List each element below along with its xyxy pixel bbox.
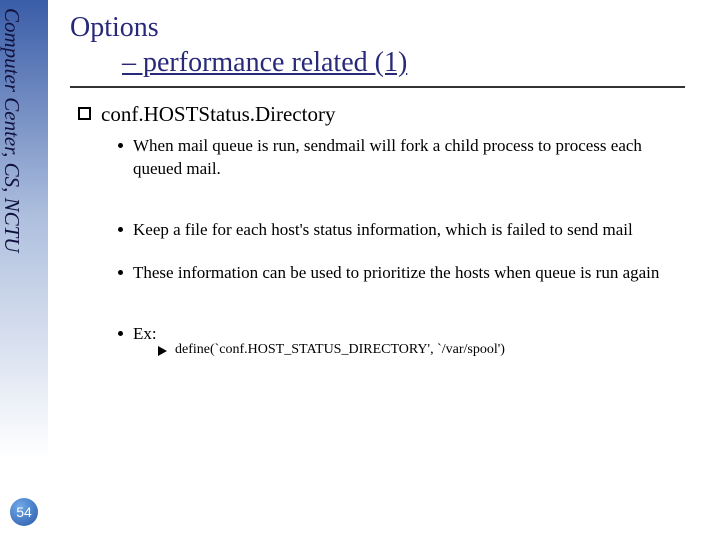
sidebar-label: Computer Center, CS, NCTU: [0, 8, 24, 252]
dot-bullet-icon: [118, 227, 123, 232]
item-text: Ex:: [133, 323, 157, 346]
page-number-badge: 54: [10, 498, 38, 526]
list-item: When mail queue is run, sendmail will fo…: [118, 135, 700, 181]
list-item: Keep a file for each host's status infor…: [118, 219, 700, 242]
sub-list: When mail queue is run, sendmail will fo…: [118, 135, 700, 346]
dot-bullet-icon: [118, 270, 123, 275]
list-item: These information can be used to priorit…: [118, 262, 700, 285]
dot-bullet-icon: [118, 331, 123, 336]
main-bullet-row: conf.HOSTStatus.Directory: [78, 102, 700, 127]
main-bullet-text: conf.HOSTStatus.Directory: [101, 102, 335, 127]
triangle-bullet-icon: [158, 346, 167, 356]
item-text: These information can be used to priorit…: [133, 262, 659, 285]
sidebar-gradient: Computer Center, CS, NCTU: [0, 0, 48, 540]
dot-bullet-icon: [118, 143, 123, 148]
example-row: define(`conf.HOST_STATUS_DIRECTORY', `/v…: [158, 342, 700, 358]
example-text: define(`conf.HOST_STATUS_DIRECTORY', `/v…: [175, 342, 505, 358]
item-text: Keep a file for each host's status infor…: [133, 219, 633, 242]
item-text: When mail queue is run, sendmail will fo…: [133, 135, 693, 181]
slide-title: Options – performance related (1): [70, 10, 700, 80]
square-bullet-icon: [78, 107, 91, 120]
title-line-2: – performance related (1): [70, 45, 700, 80]
title-line-1: Options: [70, 10, 700, 45]
title-underline-rule: [70, 86, 685, 88]
slide-content: Options – performance related (1) conf.H…: [70, 10, 700, 358]
